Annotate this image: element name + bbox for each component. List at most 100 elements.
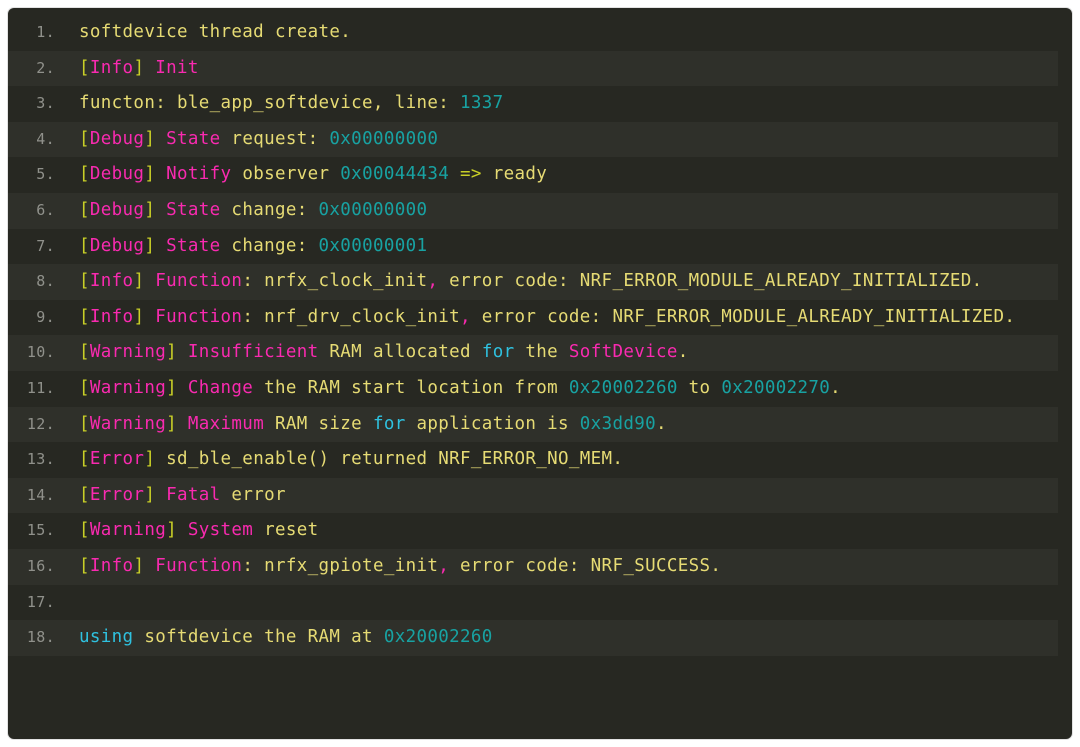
token-plain: : nrf_drv_clock_init (242, 306, 461, 327)
log-line[interactable]: 16. [Info] Function: nrfx_gpiote_init, er… (8, 548, 1058, 585)
log-line[interactable]: 10. [Warning] Insufficient RAM allocated … (8, 335, 1058, 371)
log-line[interactable]: 1. softdevice thread create. (8, 15, 1058, 51)
line-number: 16. (26, 556, 55, 575)
log-line-content[interactable]: [Warning] Maximum RAM size for applicati… (55, 407, 1058, 443)
line-number: 13. (26, 450, 55, 469)
log-line[interactable]: 11. [Warning] Change the RAM start locati… (8, 371, 1058, 407)
token-bracket: [ (79, 413, 90, 434)
log-line-content[interactable]: softdevice thread create. (55, 15, 1058, 51)
token-plain: error code: NRF_ERROR_MODULE_ALREADY_INI… (470, 306, 1016, 327)
token-plain: error code: NRF_ERROR_MODULE_ALREADY_INI… (438, 271, 983, 292)
log-line-content[interactable]: [Info] Init (55, 51, 1058, 87)
token-tag: Maximum (187, 413, 265, 434)
token-tag: State (166, 128, 221, 149)
log-line-content[interactable]: [Debug] State change: 0x00000000 (55, 193, 1058, 229)
token-plain: error (220, 484, 286, 505)
token-tag: Info (89, 306, 134, 327)
log-line-content[interactable]: [Warning] System reset (55, 513, 1058, 549)
line-number: 18. (26, 628, 55, 647)
log-line[interactable]: 5. [Debug] Notify observer 0x00044434 => … (8, 157, 1058, 193)
token-number: 0x20002260 (568, 377, 678, 398)
token-bracket: [ (79, 199, 90, 220)
token-tag: Warning (89, 413, 167, 434)
log-line[interactable]: 7. [Debug] State change: 0x00000001 (8, 229, 1058, 265)
token-keyword: using (79, 627, 134, 648)
log-line[interactable]: 14. [Error] Fatal error (8, 477, 1058, 514)
log-line-content[interactable]: using softdevice the RAM at 0x20002260 (55, 620, 1058, 656)
token-plain: RAM size (264, 413, 373, 434)
token-tag: Info (89, 271, 134, 292)
token-number: 0x00000001 (318, 235, 428, 256)
log-lines-container: 1. softdevice thread create. 2. [Info] Init… (8, 15, 1072, 656)
token-plain: change: (220, 199, 319, 220)
log-line-content[interactable]: [Info] Function: nrfx_clock_init, error … (55, 264, 1058, 300)
token-bracket: ] (133, 271, 145, 292)
token-plain: . (830, 377, 842, 398)
log-line[interactable]: 2. [Info] Init (8, 50, 1058, 87)
log-line-content[interactable]: [Debug] State request: 0x00000000 (55, 122, 1058, 158)
log-line[interactable]: 4. [Debug] State request: 0x00000000 (8, 121, 1058, 158)
log-line-content[interactable]: [Warning] Insufficient RAM allocated for… (55, 335, 1058, 371)
log-line[interactable]: 12. [Warning] Maximum RAM size for applic… (8, 406, 1058, 443)
log-code-block[interactable]: 1. softdevice thread create. 2. [Info] Init… (8, 8, 1072, 739)
token-tag: State (166, 235, 221, 256)
token-plain: . (677, 342, 689, 363)
token-tag: Error (89, 484, 145, 505)
token-bracket: [ (79, 235, 90, 256)
token-plain: softdevice thread create. (79, 22, 352, 42)
line-number: 8. (36, 272, 55, 291)
log-line-content[interactable]: [Info] Function: nrf_drv_clock_init, err… (55, 300, 1058, 336)
token-tag: System (187, 520, 254, 541)
log-line[interactable]: 6. [Debug] State change: 0x00000000 (8, 192, 1058, 229)
log-line-content[interactable]: [Error] Fatal error (55, 478, 1058, 514)
token-bracket: ] (133, 57, 145, 78)
log-line[interactable]: 15. [Warning] System reset (8, 513, 1058, 549)
token-tag: SoftDevice (568, 342, 678, 363)
token-tag: , (460, 306, 471, 327)
token-bracket: ] (144, 449, 156, 470)
token-tag: Insufficient (187, 342, 319, 363)
token-tag: Debug (89, 199, 145, 220)
log-line[interactable]: 8. [Info] Function: nrfx_clock_init, erro… (8, 264, 1058, 300)
token-number: 0x00000000 (318, 199, 428, 220)
token-bracket: [ (79, 377, 90, 398)
token-bracket: [ (79, 271, 90, 292)
token-plain: to (677, 377, 722, 398)
log-line-content[interactable]: [Error] sd_ble_enable() returned NRF_ERR… (55, 442, 1058, 478)
token-tag: Notify (166, 164, 232, 185)
token-bracket: ] (144, 164, 156, 185)
line-number: 9. (36, 307, 55, 326)
token-bracket: [ (79, 555, 90, 576)
token-plain: . (656, 413, 667, 434)
log-line-content[interactable]: [Debug] Notify observer 0x00044434 => re… (55, 157, 1058, 193)
token-keyword: for (372, 413, 406, 434)
token-bracket: ] (144, 128, 156, 149)
log-line-content[interactable]: [Info] Function: nrfx_gpiote_init, error… (55, 549, 1058, 585)
log-line-content[interactable] (55, 585, 1058, 621)
log-line[interactable]: 9. [Info] Function: nrf_drv_clock_init, e… (8, 300, 1058, 336)
token-tag: Init (155, 57, 199, 78)
token-plain: ready (481, 164, 548, 185)
line-number: 2. (36, 58, 55, 77)
log-line[interactable]: 3. functon: ble_app_softdevice, line: 133… (8, 86, 1058, 122)
token-tag: Debug (89, 235, 145, 256)
log-line-content[interactable]: [Warning] Change the RAM start location … (55, 371, 1058, 407)
log-line[interactable]: 13. [Error] sd_ble_enable() returned NRF_… (8, 442, 1058, 478)
log-line[interactable]: 18. using softdevice the RAM at 0x2000226… (8, 620, 1058, 656)
token-bracket: [ (79, 306, 90, 327)
log-line[interactable]: 17. (8, 585, 1058, 621)
log-line-content[interactable]: functon: ble_app_softdevice, line: 1337 (55, 86, 1058, 122)
line-number: 14. (26, 485, 55, 504)
token-plain: : nrfx_gpiote_init (242, 555, 439, 576)
token-number: 0x20002270 (721, 377, 831, 398)
log-line-content[interactable]: [Debug] State change: 0x00000001 (55, 229, 1058, 265)
token-bracket: ] (144, 199, 156, 220)
